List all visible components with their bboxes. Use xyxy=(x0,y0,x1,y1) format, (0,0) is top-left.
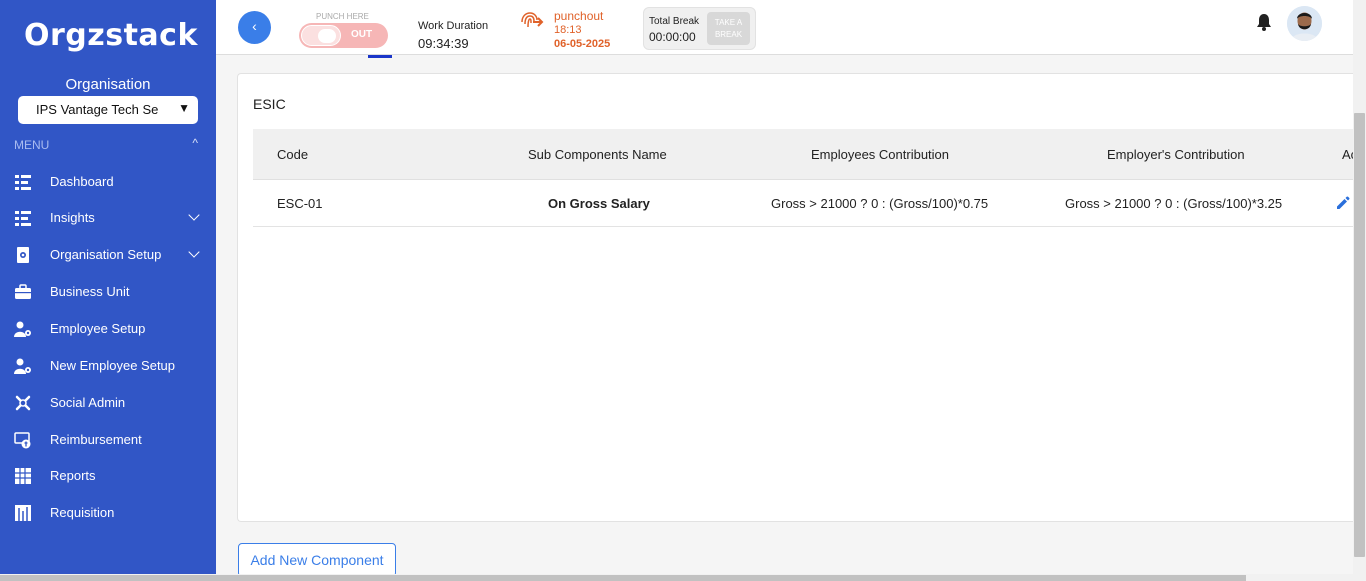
sidebar-item-label: New Employee Setup xyxy=(50,358,176,373)
reimbursement-icon xyxy=(14,432,31,449)
cell-sub-component-name: On Gross Salary xyxy=(548,195,650,211)
horizontal-scrollbar-thumb[interactable] xyxy=(0,575,1246,581)
sidebar-item-label: Insights xyxy=(50,210,95,225)
social-admin-icon xyxy=(15,395,31,411)
punch-label: PUNCH HERE xyxy=(316,12,369,21)
column-header-code: Code xyxy=(277,146,309,162)
sidebar-item-requisition[interactable]: Requisition xyxy=(0,498,216,528)
sidebar: Orgzstack Organisation IPS Vantage Tech … xyxy=(0,0,216,574)
component-card: ESIC Code Sub Components Name Employees … xyxy=(237,73,1357,522)
total-break-value: 00:00:00 xyxy=(649,30,696,44)
sidebar-item-label: Reimbursement xyxy=(50,432,142,447)
work-duration-label: Work Duration xyxy=(418,20,489,32)
fingerprint-icon xyxy=(521,12,544,28)
avatar[interactable] xyxy=(1287,6,1322,41)
chevron-down-icon xyxy=(188,246,200,258)
punchout-date: 06-05-2025 xyxy=(554,38,611,50)
organisation-select-value: IPS Vantage Tech Se xyxy=(36,102,159,117)
sidebar-item-insights[interactable]: Insights xyxy=(0,203,216,233)
sidebar-item-label: Reports xyxy=(50,468,96,483)
chevron-up-icon: ^ xyxy=(192,136,198,150)
vertical-scrollbar-thumb[interactable] xyxy=(1354,113,1365,557)
total-break-label: Total Break xyxy=(649,16,700,27)
sidebar-item-employee-setup[interactable]: Employee Setup xyxy=(0,314,216,344)
orgzstack-logo[interactable]: Orgzstack xyxy=(24,18,198,53)
chevron-down-icon xyxy=(188,209,200,221)
sidebar-item-label: Business Unit xyxy=(50,284,130,299)
table-header: Code Sub Components Name Employees Contr… xyxy=(253,129,1357,180)
sidebar-item-dashboard[interactable]: Dashboard xyxy=(0,167,216,197)
menu-heading-label: MENU xyxy=(14,138,50,152)
sidebar-item-label: Dashboard xyxy=(50,174,114,189)
topbar: ‹ PUNCH HERE OUT Work Duration 09:34:39 … xyxy=(216,0,1353,55)
punch-toggle[interactable]: OUT xyxy=(299,23,388,48)
organisation-setup-icon xyxy=(17,247,29,263)
take-break-button[interactable]: TAKE A BREAK xyxy=(707,12,750,45)
work-duration-value: 09:34:39 xyxy=(418,36,469,51)
employee-setup-icon xyxy=(14,321,31,337)
cell-employers-contribution: Gross > 21000 ? 0 : (Gross/100)*3.25 xyxy=(1065,195,1283,211)
add-new-component-button[interactable]: Add New Component xyxy=(238,543,396,577)
sidebar-item-reports[interactable]: Reports xyxy=(0,461,216,491)
active-tab-indicator xyxy=(368,55,392,58)
cell-code: ESC-01 xyxy=(277,195,323,211)
menu-heading[interactable]: MENU ^ xyxy=(14,136,200,152)
sidebar-item-label: Requisition xyxy=(50,505,115,520)
organisation-select[interactable]: IPS Vantage Tech Se ▼ xyxy=(18,96,198,124)
sidebar-item-business-unit[interactable]: Business Unit xyxy=(0,277,216,307)
sidebar-item-label: Employee Setup xyxy=(50,321,146,336)
sidebar-item-reimbursement[interactable]: Reimbursement xyxy=(0,425,216,455)
organisation-label: Organisation xyxy=(65,76,151,93)
column-header-employers-contribution: Employer's Contribution xyxy=(1107,146,1245,162)
edit-icon[interactable] xyxy=(1335,195,1351,211)
user-avatar-icon xyxy=(1287,6,1322,41)
toggle-knob xyxy=(301,25,341,46)
sidebar-item-organisation-setup[interactable]: Organisation Setup xyxy=(0,240,216,270)
column-header-employees-contribution: Employees Contribution xyxy=(811,146,950,162)
sidebar-item-label: Organisation Setup xyxy=(50,247,162,262)
sidebar-item-label: Social Admin xyxy=(50,395,126,410)
punch-state: OUT xyxy=(351,29,373,40)
dashboard-icon xyxy=(15,175,31,190)
new-employee-setup-icon xyxy=(14,358,31,374)
chevron-down-icon: ▼ xyxy=(178,101,190,115)
sidebar-item-new-employee-setup[interactable]: New Employee Setup xyxy=(0,351,216,381)
column-header-sub-components-name: Sub Components Name xyxy=(528,146,667,162)
cell-employees-contribution: Gross > 21000 ? 0 : (Gross/100)*0.75 xyxy=(771,195,989,211)
punchout-label: punchout xyxy=(554,9,604,23)
sidebar-item-social-admin[interactable]: Social Admin xyxy=(0,388,216,418)
component-title: ESIC xyxy=(253,96,286,112)
table-row: ESC-01 On Gross Salary Gross > 21000 ? 0… xyxy=(253,180,1354,227)
collapse-sidebar-button[interactable]: ‹ xyxy=(238,11,271,44)
total-break-box: Total Break 00:00:00 TAKE A BREAK xyxy=(643,7,756,50)
punchout-time: 18:13 xyxy=(554,24,582,36)
bell-icon[interactable] xyxy=(1256,13,1272,31)
requisition-icon xyxy=(15,505,31,521)
reports-icon xyxy=(15,468,31,484)
briefcase-icon xyxy=(15,284,31,299)
insights-icon xyxy=(15,211,31,226)
